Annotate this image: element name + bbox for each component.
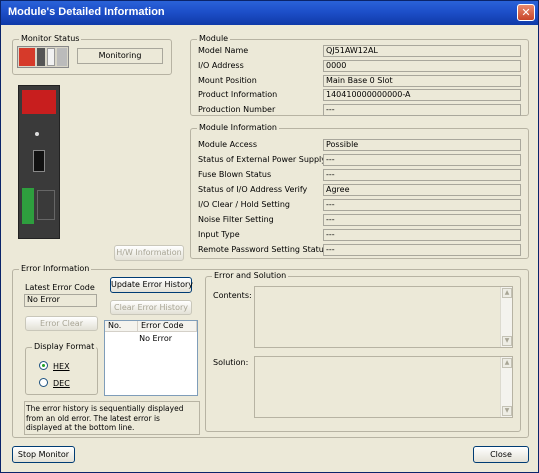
hex-radio[interactable] (39, 361, 48, 370)
solution-scrollbar[interactable]: ▲ ▼ (500, 357, 512, 417)
module-image (18, 85, 60, 239)
error-information-group-label: Error Information (19, 264, 92, 273)
module-access-label: Module Access (198, 140, 258, 149)
external-power-supply-label: Status of External Power Supply (198, 155, 327, 164)
error-history-list[interactable]: No. Error Code No Error (104, 320, 198, 396)
io-clear-hold-label: I/O Clear / Hold Setting (198, 200, 290, 209)
input-type-field: --- (323, 229, 521, 241)
io-address-verify-field: Agree (323, 184, 521, 196)
mount-position-label: Mount Position (198, 76, 257, 85)
scroll-up-icon[interactable]: ▲ (502, 288, 512, 298)
model-name-label: Model Name (198, 46, 249, 55)
monitor-status-group-label: Monitor Status (19, 34, 82, 43)
latest-error-code-field: No Error (24, 294, 97, 307)
module-information-group-label: Module Information (197, 123, 279, 132)
scroll-down-icon[interactable]: ▼ (502, 336, 512, 346)
product-information-field: 140410000000000-A (323, 89, 521, 101)
dec-radio[interactable] (39, 378, 48, 387)
scroll-down-icon[interactable]: ▼ (502, 406, 512, 416)
noise-filter-setting-label: Noise Filter Setting (198, 215, 274, 224)
module-access-field: Possible (323, 139, 521, 151)
contents-label: Contents: (213, 291, 252, 300)
display-format-group-label: Display Format (32, 342, 97, 351)
hex-radio-label[interactable]: HEX (53, 362, 70, 371)
production-number-label: Production Number (198, 105, 276, 114)
solution-label: Solution: (213, 358, 249, 367)
column-header-error-code[interactable]: Error Code (138, 321, 197, 332)
column-header-no[interactable]: No. (105, 321, 138, 332)
close-icon[interactable]: ✕ (517, 4, 535, 21)
fuse-blown-status-label: Fuse Blown Status (198, 170, 272, 179)
error-clear-button[interactable]: Error Clear (25, 316, 98, 331)
latest-error-code-label: Latest Error Code (25, 283, 95, 292)
input-type-label: Input Type (198, 230, 240, 239)
module-group-label: Module (197, 34, 231, 43)
mount-position-field: Main Base 0 Slot (323, 75, 521, 87)
close-button[interactable]: Close (473, 446, 529, 463)
noise-filter-setting-field: --- (323, 214, 521, 226)
external-power-supply-field: --- (323, 154, 521, 166)
io-address-label: I/O Address (198, 61, 244, 70)
error-and-solution-group-label: Error and Solution (212, 271, 289, 280)
dec-radio-label[interactable]: DEC (53, 379, 70, 388)
model-name-field: QJ51AW12AL (323, 45, 521, 57)
modules-detailed-information-dialog: Module's Detailed Information ✕ Monitor … (0, 0, 539, 473)
contents-scrollbar[interactable]: ▲ ▼ (500, 287, 512, 347)
product-information-label: Product Information (198, 90, 278, 99)
clear-error-history-button[interactable]: Clear Error History (110, 300, 192, 315)
update-error-history-button[interactable]: Update Error History (110, 277, 193, 293)
io-address-verify-label: Status of I/O Address Verify (198, 185, 308, 194)
window-title: Module's Detailed Information (8, 6, 165, 18)
solution-text-area[interactable]: ▲ ▼ (254, 356, 513, 418)
io-clear-hold-field: --- (323, 199, 521, 211)
stop-monitor-button[interactable]: Stop Monitor (12, 446, 75, 463)
scroll-up-icon[interactable]: ▲ (502, 358, 512, 368)
monitoring-animation-icon (17, 46, 69, 68)
production-number-field: --- (323, 104, 521, 116)
contents-text-area[interactable]: ▲ ▼ (254, 286, 513, 348)
fuse-blown-status-field: --- (323, 169, 521, 181)
table-row[interactable]: No Error (106, 333, 196, 344)
remote-password-status-label: Remote Password Setting Status (198, 245, 328, 254)
hw-information-button[interactable]: H/W Information (114, 245, 184, 261)
title-bar[interactable]: Module's Detailed Information ✕ (1, 1, 538, 25)
monitor-status-field: Monitoring (77, 48, 163, 64)
remote-password-status-field: --- (323, 244, 521, 256)
io-address-field: 0000 (323, 60, 521, 72)
error-history-note: The error history is sequentially displa… (24, 401, 200, 435)
monitor-status-group: Monitor Status Monitoring (12, 34, 172, 75)
